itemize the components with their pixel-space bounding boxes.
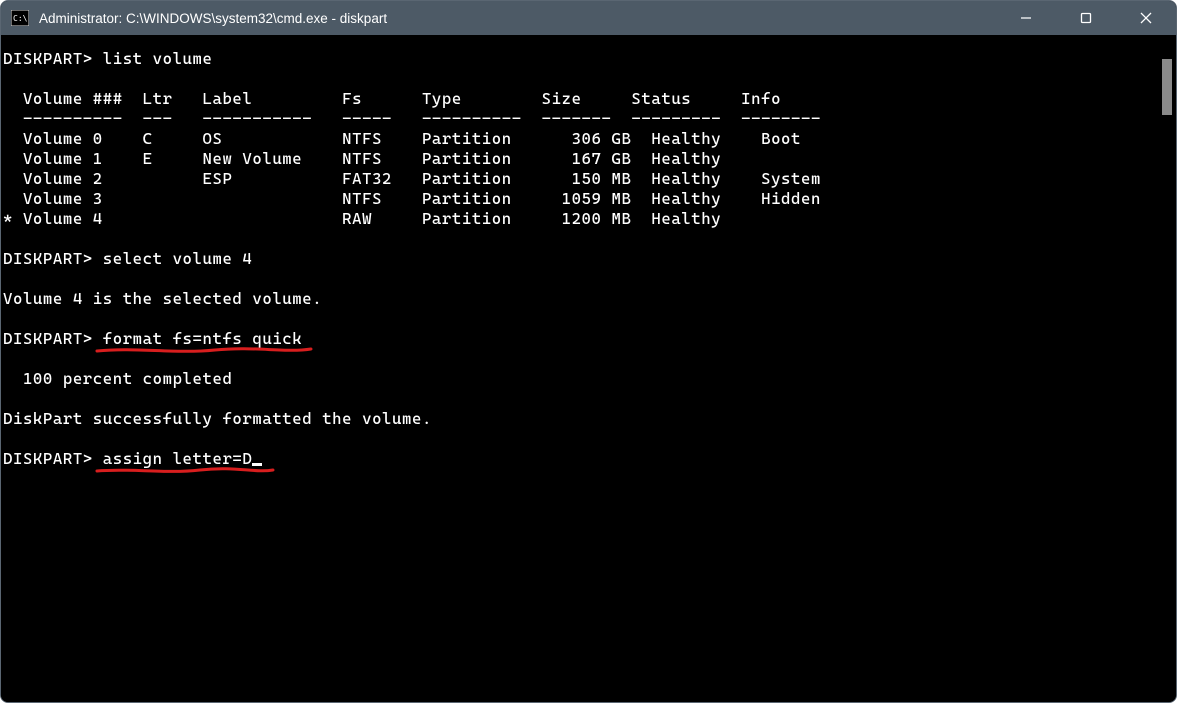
window-controls [996,1,1176,35]
text-cursor [252,463,262,466]
cmd-icon: C:\ [11,10,29,26]
console-window: C:\ Administrator: C:\WINDOWS\system32\c… [0,0,1177,703]
svg-text:C:\: C:\ [13,14,28,23]
window-title: Administrator: C:\WINDOWS\system32\cmd.e… [39,11,996,26]
scrollbar[interactable] [1158,35,1176,702]
terminal-output[interactable]: DISKPART> list volume Volume ### Ltr Lab… [1,35,1158,702]
close-button[interactable] [1116,1,1176,35]
minimize-button[interactable] [996,1,1056,35]
terminal-area: DISKPART> list volume Volume ### Ltr Lab… [1,35,1176,702]
scrollbar-thumb[interactable] [1162,59,1172,115]
maximize-button[interactable] [1056,1,1116,35]
titlebar[interactable]: C:\ Administrator: C:\WINDOWS\system32\c… [1,1,1176,35]
current-input-line[interactable]: DISKPART> assign letter=D [3,449,252,468]
